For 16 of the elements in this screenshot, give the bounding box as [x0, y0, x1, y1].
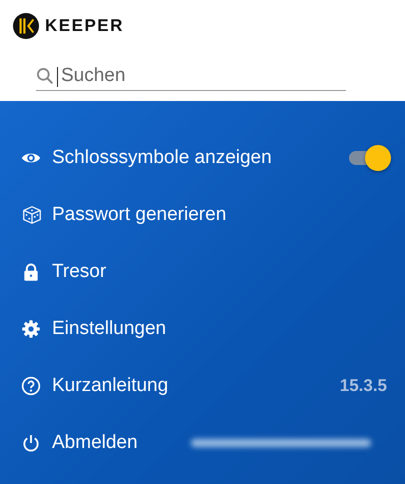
search-field[interactable]: Suchen [61, 65, 341, 90]
logo-icon [13, 13, 39, 39]
menu-item[interactable]: Schlosssymbole anzeigen [52, 146, 272, 168]
power-icon [21, 432, 41, 452]
help-icon [21, 376, 41, 396]
settings-icon [21, 318, 41, 338]
version-number: 15.3.5 [340, 376, 387, 396]
menu-item[interactable]: Tresor [52, 260, 106, 282]
toggle-switch[interactable] [349, 144, 391, 170]
logo-text: KEEPER [45, 16, 124, 36]
dice-icon [21, 204, 43, 226]
menu-item[interactable]: Passwort generieren [52, 204, 226, 226]
menu-item[interactable]: Einstellungen [52, 318, 166, 340]
search-icon [36, 67, 54, 85]
menu-item[interactable]: Abmelden [52, 432, 138, 454]
menu-item[interactable]: Kurzanleitung [52, 374, 168, 396]
